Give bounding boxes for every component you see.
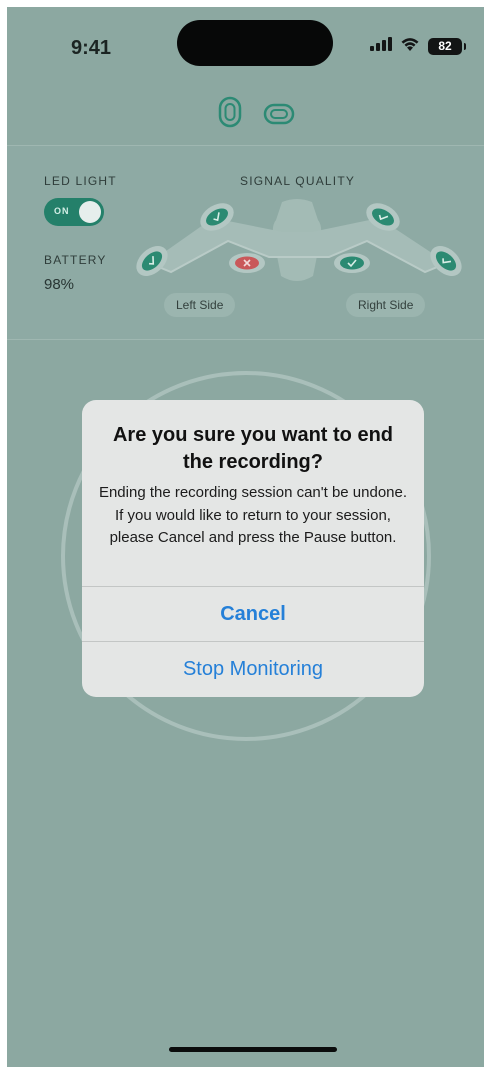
right-side-label: Right Side	[346, 293, 426, 317]
device-selector	[7, 95, 484, 135]
left-side-label: Left Side	[164, 293, 236, 317]
earbud-vertical-icon[interactable]	[217, 95, 243, 134]
status-icons: 82	[370, 35, 466, 57]
status-time: 9:41	[71, 37, 112, 59]
sensor-left-inner-error	[229, 253, 265, 273]
device-status-panel: LED LIGHT ON BATTERY 98% SIGNAL QUALITY	[7, 145, 484, 340]
app-screen: 9:41 82 LED LIGHT ON BATTERY 98% SIGNAL …	[7, 7, 484, 1067]
signal-icon	[370, 36, 392, 56]
cancel-button[interactable]: Cancel	[82, 587, 424, 642]
alert-title: Are you sure you want to end the recordi…	[112, 424, 394, 473]
wifi-icon	[400, 36, 420, 56]
dynamic-island	[177, 20, 333, 66]
battery-icon: 82	[428, 37, 466, 55]
sensor-right-inner	[334, 253, 370, 273]
earbud-horizontal-icon[interactable]	[263, 103, 295, 130]
home-indicator	[169, 1047, 337, 1052]
alert-message: Ending the recording session can't be un…	[98, 484, 408, 546]
end-recording-alert: Are you sure you want to end the recordi…	[82, 400, 424, 697]
stop-monitoring-button[interactable]: Stop Monitoring	[82, 642, 424, 697]
status-bar: 9:41 82	[7, 7, 484, 77]
